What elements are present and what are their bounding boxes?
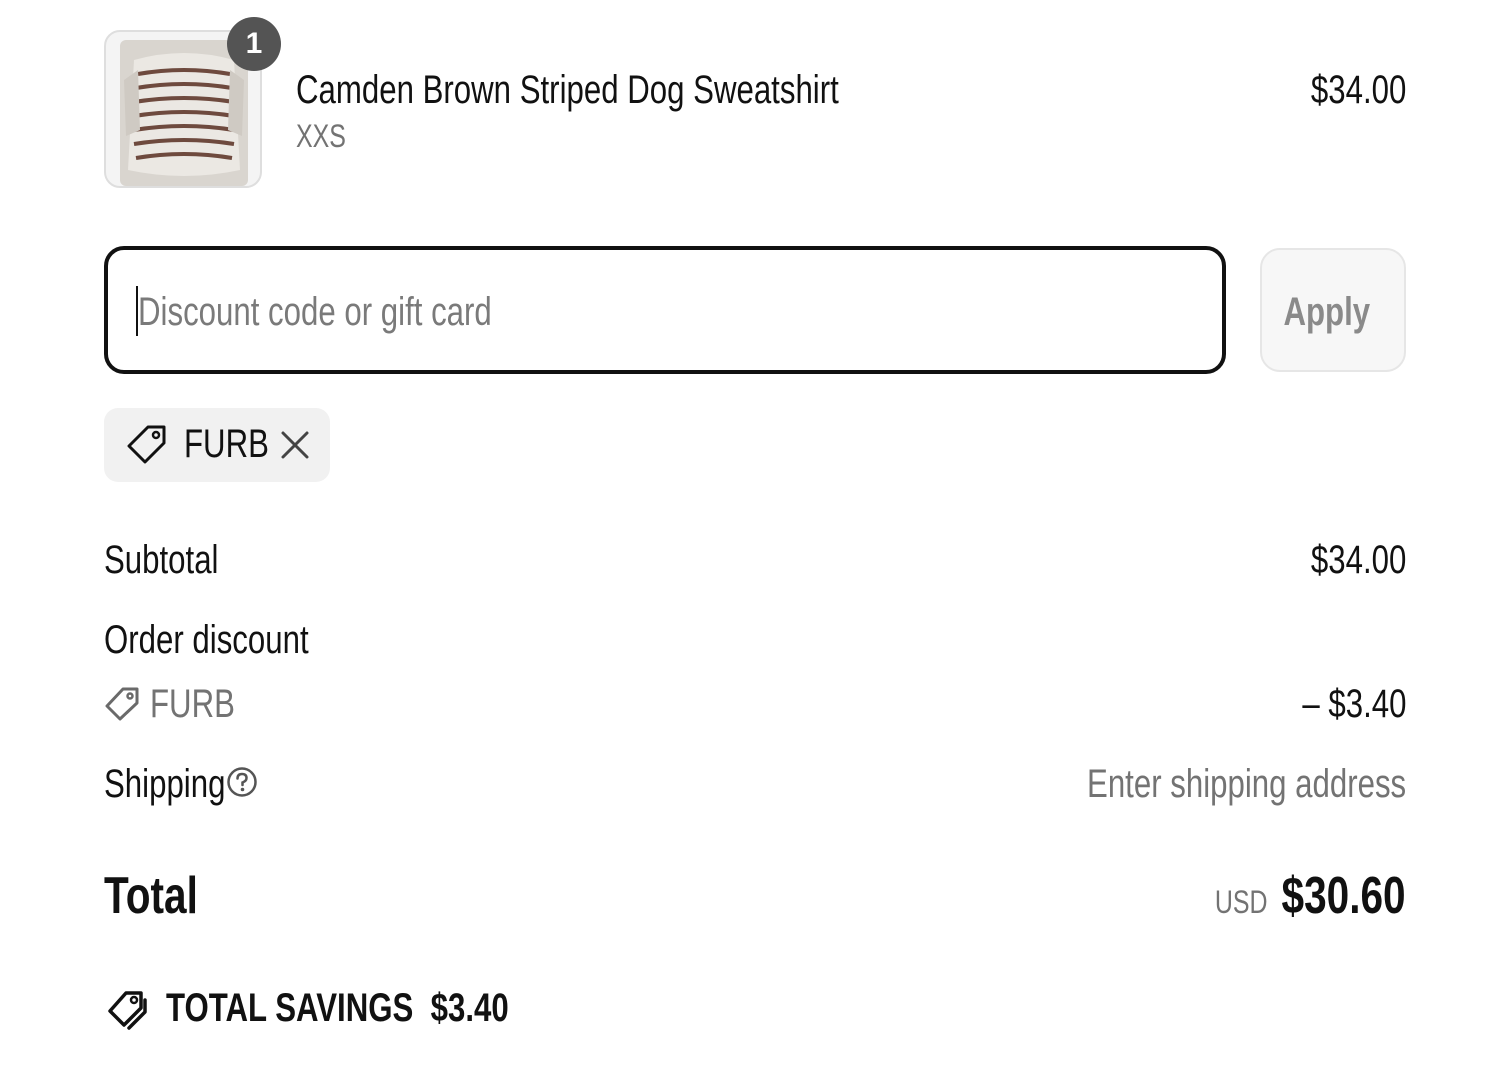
currency-code: USD xyxy=(1215,884,1268,920)
product-image xyxy=(120,40,248,186)
product-thumbnail: 1 xyxy=(104,17,281,188)
total-amount: USD $30.60 xyxy=(1161,866,1406,926)
product-price: $34.00 xyxy=(1310,68,1406,112)
savings-value: $3.40 xyxy=(430,986,509,1030)
shipping-value: Enter shipping address xyxy=(1086,762,1406,806)
discount-input-placeholder: Discount code or gift card xyxy=(138,290,492,334)
order-discount-label: Order discount xyxy=(104,618,309,662)
applied-code-label: FURB xyxy=(184,422,269,466)
savings-tags-icon xyxy=(108,991,147,1030)
applied-discount-chip: FURB xyxy=(104,408,330,482)
total-savings: TOTAL SAVINGS $3.40 xyxy=(166,986,605,1031)
total-value: $30.60 xyxy=(1281,867,1406,925)
tag-icon xyxy=(127,425,166,464)
product-variant: XXS xyxy=(296,118,346,154)
subtotal-label: Subtotal xyxy=(104,538,219,582)
apply-button[interactable]: Apply xyxy=(1260,248,1406,372)
close-icon[interactable] xyxy=(278,428,312,462)
subtotal-value: $34.00 xyxy=(1310,538,1406,582)
product-name: Camden Brown Striped Dog Sweatshirt xyxy=(296,68,839,112)
total-label: Total xyxy=(104,867,198,925)
tag-icon xyxy=(105,687,139,721)
savings-label: TOTAL SAVINGS xyxy=(166,986,414,1030)
help-circle-icon[interactable] xyxy=(226,766,258,798)
discount-code-input[interactable]: Discount code or gift card xyxy=(104,246,1226,374)
discount-code-name: FURB xyxy=(150,682,235,726)
line-item: 1 Camden Brown Striped Dog Sweatshirt XX… xyxy=(104,17,1406,188)
discount-amount: – $3.40 xyxy=(1301,682,1406,726)
quantity-badge: 1 xyxy=(227,17,281,71)
